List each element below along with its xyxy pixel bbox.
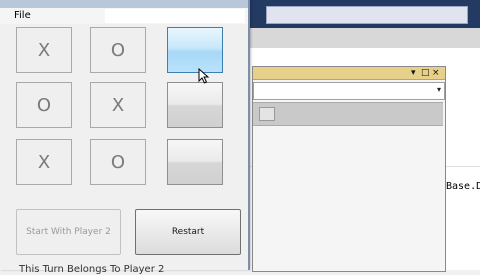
docked-panel: ▾ □ × ▾: [252, 66, 446, 272]
panel-toolbar-button[interactable]: [259, 107, 275, 121]
menu-file[interactable]: File: [14, 10, 31, 21]
board-cell-2-3[interactable]: [167, 82, 223, 128]
board-cell-1-3[interactable]: [167, 27, 223, 73]
board-cell-2-2[interactable]: X: [90, 82, 146, 128]
board-cell-3-2[interactable]: O: [90, 139, 146, 185]
panel-dropdown-icon[interactable]: ▾: [411, 67, 416, 79]
chevron-down-icon[interactable]: ▾: [437, 85, 441, 94]
ide-document-tab[interactable]: [266, 6, 468, 24]
panel-close-icon[interactable]: ×: [432, 67, 440, 79]
mouse-pointer-icon: [198, 68, 210, 84]
panel-combo-box[interactable]: ▾: [253, 82, 445, 100]
board-cell-3-3[interactable]: [167, 139, 223, 185]
board-cell-1-2[interactable]: O: [90, 27, 146, 73]
panel-maximize-icon[interactable]: □: [421, 67, 430, 79]
start-with-player-2-button[interactable]: Start With Player 2: [16, 209, 121, 255]
panel-title-bar: ▾ □ ×: [253, 67, 445, 80]
ide-toolbar-strip: [250, 28, 480, 49]
board-cell-2-1[interactable]: O: [16, 82, 72, 128]
tic-tac-toe-window: File X O O X X O Start With Player 2 Res…: [0, 0, 250, 275]
board-cell-3-1[interactable]: X: [16, 139, 72, 185]
restart-button[interactable]: Restart: [135, 209, 241, 255]
panel-toolbar: [253, 102, 443, 126]
menu-bar-blank-area: [105, 9, 245, 23]
ide-code-text: Base.D: [446, 181, 480, 192]
board-cell-1-1[interactable]: X: [16, 27, 72, 73]
window-title-bar[interactable]: [0, 0, 248, 8]
